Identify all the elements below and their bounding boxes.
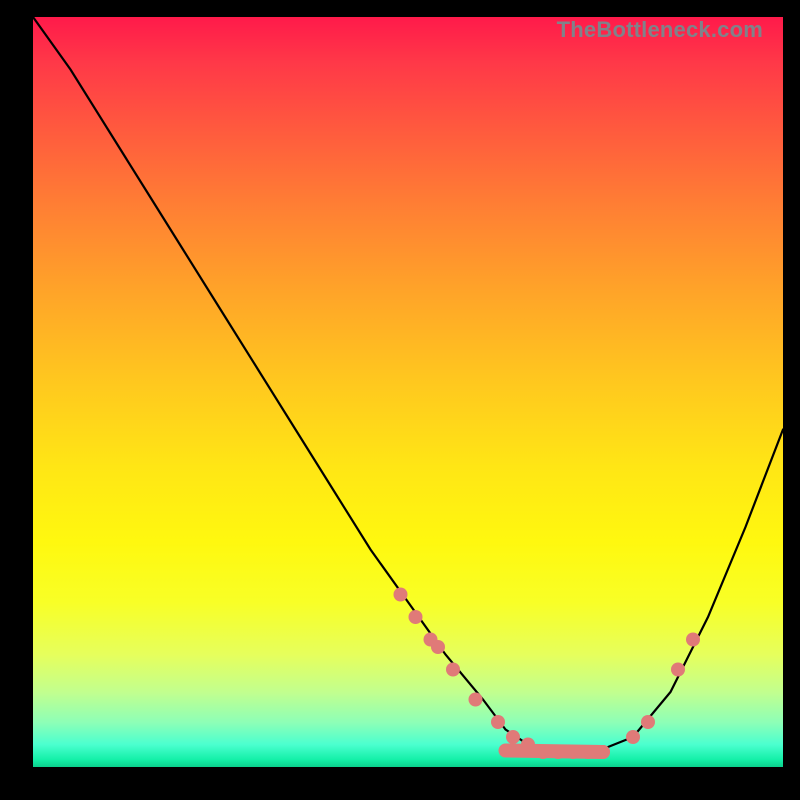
highlight-dots [394, 588, 701, 760]
bottleneck-curve [33, 17, 783, 752]
chart-frame: TheBottleneck.com [0, 0, 800, 800]
plot-area: TheBottleneck.com [33, 17, 783, 767]
curve-layer [33, 17, 783, 767]
